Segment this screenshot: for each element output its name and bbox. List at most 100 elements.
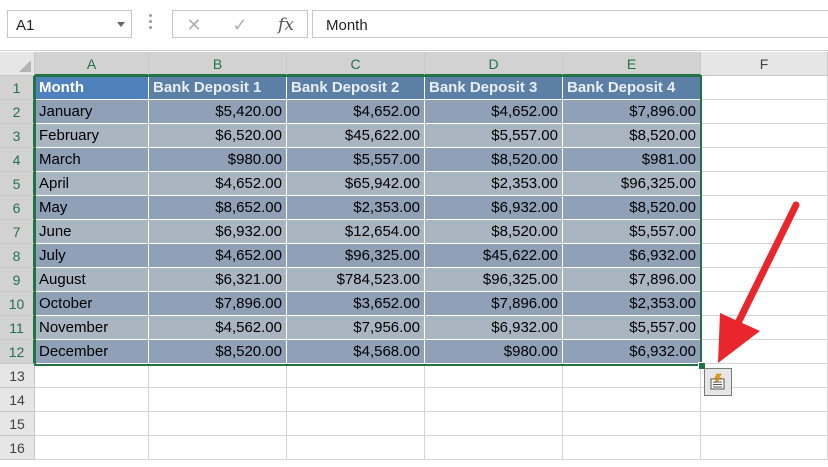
cell-e4[interactable]: $981.00 [563, 148, 701, 172]
cell-d16[interactable] [425, 436, 563, 460]
column-header-f[interactable]: F [701, 52, 828, 76]
row-header-7[interactable]: 7 [0, 220, 35, 244]
cell-b9[interactable]: $6,321.00 [149, 268, 287, 292]
row-header-3[interactable]: 3 [0, 124, 35, 148]
cell-c5[interactable]: $65,942.00 [287, 172, 425, 196]
formula-input[interactable]: Month [312, 10, 828, 38]
row-header-9[interactable]: 9 [0, 268, 35, 292]
cell-e11[interactable]: $5,557.00 [563, 316, 701, 340]
row-header-14[interactable]: 14 [0, 388, 35, 412]
cell-b14[interactable] [149, 388, 287, 412]
cell-c6[interactable]: $2,353.00 [287, 196, 425, 220]
cell-e5[interactable]: $96,325.00 [563, 172, 701, 196]
column-header-c[interactable]: C [287, 52, 425, 76]
cell-b16[interactable] [149, 436, 287, 460]
cell-d14[interactable] [425, 388, 563, 412]
cell-d13[interactable] [425, 364, 563, 388]
cell-e12[interactable]: $6,932.00 [563, 340, 701, 364]
cell-c8[interactable]: $96,325.00 [287, 244, 425, 268]
cell-f2[interactable] [701, 100, 828, 124]
cell-a16[interactable] [35, 436, 149, 460]
cell-c15[interactable] [287, 412, 425, 436]
cell-d2[interactable]: $4,652.00 [425, 100, 563, 124]
cell-e3[interactable]: $8,520.00 [563, 124, 701, 148]
cell-c13[interactable] [287, 364, 425, 388]
cell-b1[interactable]: Bank Deposit 1 [149, 76, 287, 100]
cell-b11[interactable]: $4,562.00 [149, 316, 287, 340]
cell-a9[interactable]: August [35, 268, 149, 292]
cell-c12[interactable]: $4,568.00 [287, 340, 425, 364]
cell-e14[interactable] [563, 388, 701, 412]
cell-b12[interactable]: $8,520.00 [149, 340, 287, 364]
cell-d9[interactable]: $96,325.00 [425, 268, 563, 292]
cell-b8[interactable]: $4,652.00 [149, 244, 287, 268]
cell-b15[interactable] [149, 412, 287, 436]
cell-b13[interactable] [149, 364, 287, 388]
cell-d10[interactable]: $7,896.00 [425, 292, 563, 316]
select-all-button[interactable] [0, 52, 35, 76]
cell-a15[interactable] [35, 412, 149, 436]
cell-a6[interactable]: May [35, 196, 149, 220]
row-header-11[interactable]: 11 [0, 316, 35, 340]
cell-c3[interactable]: $45,622.00 [287, 124, 425, 148]
cell-d1[interactable]: Bank Deposit 3 [425, 76, 563, 100]
cell-e8[interactable]: $6,932.00 [563, 244, 701, 268]
cell-d8[interactable]: $45,622.00 [425, 244, 563, 268]
cell-b3[interactable]: $6,520.00 [149, 124, 287, 148]
cell-e16[interactable] [563, 436, 701, 460]
cell-b6[interactable]: $8,652.00 [149, 196, 287, 220]
row-header-13[interactable]: 13 [0, 364, 35, 388]
column-header-b[interactable]: B [149, 52, 287, 76]
cell-e9[interactable]: $7,896.00 [563, 268, 701, 292]
row-header-5[interactable]: 5 [0, 172, 35, 196]
cell-c11[interactable]: $7,956.00 [287, 316, 425, 340]
column-header-e[interactable]: E [563, 52, 701, 76]
cell-e6[interactable]: $8,520.00 [563, 196, 701, 220]
cell-a10[interactable]: October [35, 292, 149, 316]
cell-c4[interactable]: $5,557.00 [287, 148, 425, 172]
chevron-down-icon[interactable] [117, 22, 125, 27]
cell-c14[interactable] [287, 388, 425, 412]
cell-a4[interactable]: March [35, 148, 149, 172]
quick-analysis-button[interactable] [704, 368, 732, 396]
row-header-10[interactable]: 10 [0, 292, 35, 316]
cell-b5[interactable]: $4,652.00 [149, 172, 287, 196]
cell-f4[interactable] [701, 148, 828, 172]
cell-b7[interactable]: $6,932.00 [149, 220, 287, 244]
row-header-8[interactable]: 8 [0, 244, 35, 268]
cell-b2[interactable]: $5,420.00 [149, 100, 287, 124]
insert-function-icon[interactable]: fx [271, 13, 301, 37]
cell-d7[interactable]: $8,520.00 [425, 220, 563, 244]
cell-c9[interactable]: $784,523.00 [287, 268, 425, 292]
check-icon[interactable]: ✓ [225, 13, 255, 37]
cell-a3[interactable]: February [35, 124, 149, 148]
cell-f5[interactable] [701, 172, 828, 196]
cell-f3[interactable] [701, 124, 828, 148]
cell-c10[interactable]: $3,652.00 [287, 292, 425, 316]
cell-a2[interactable]: January [35, 100, 149, 124]
cell-e7[interactable]: $5,557.00 [563, 220, 701, 244]
row-header-1[interactable]: 1 [0, 76, 35, 100]
cell-d6[interactable]: $6,932.00 [425, 196, 563, 220]
cell-e13[interactable] [563, 364, 701, 388]
cell-c1[interactable]: Bank Deposit 2 [287, 76, 425, 100]
drag-handle-icon[interactable] [149, 14, 153, 34]
cell-c7[interactable]: $12,654.00 [287, 220, 425, 244]
cell-a8[interactable]: July [35, 244, 149, 268]
cell-d12[interactable]: $980.00 [425, 340, 563, 364]
close-icon[interactable]: ✕ [179, 13, 209, 37]
row-header-16[interactable]: 16 [0, 436, 35, 460]
cell-e10[interactable]: $2,353.00 [563, 292, 701, 316]
cell-a5[interactable]: April [35, 172, 149, 196]
cell-a13[interactable] [35, 364, 149, 388]
cell-c16[interactable] [287, 436, 425, 460]
cell-d4[interactable]: $8,520.00 [425, 148, 563, 172]
cell-f1[interactable] [701, 76, 828, 100]
cell-b4[interactable]: $980.00 [149, 148, 287, 172]
column-header-d[interactable]: D [425, 52, 563, 76]
row-header-15[interactable]: 15 [0, 412, 35, 436]
row-header-12[interactable]: 12 [0, 340, 35, 364]
cell-a7[interactable]: June [35, 220, 149, 244]
cell-c2[interactable]: $4,652.00 [287, 100, 425, 124]
cell-d11[interactable]: $6,932.00 [425, 316, 563, 340]
